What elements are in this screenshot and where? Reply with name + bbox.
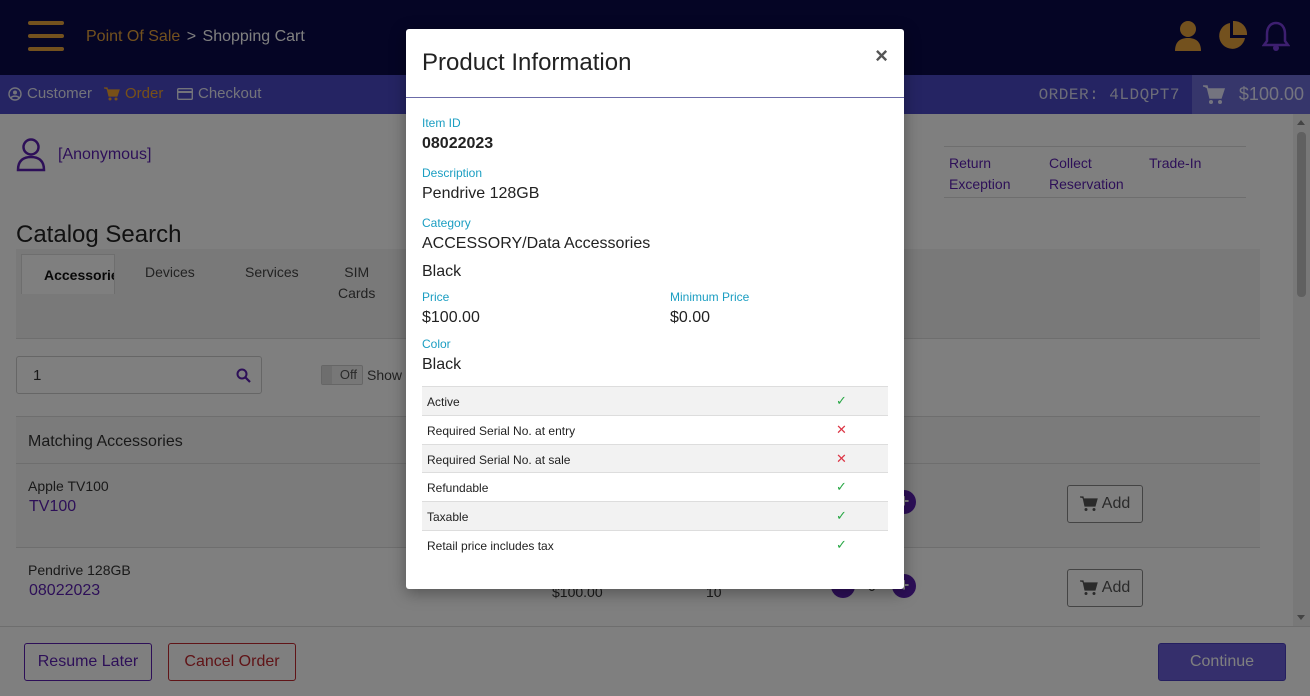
check-icon: ✓ <box>836 393 847 408</box>
check-icon: ✓ <box>836 536 847 552</box>
color-label: Color <box>422 337 451 351</box>
description-value: Pendrive 128GB <box>422 185 540 202</box>
modal-title: Product Information <box>422 49 632 76</box>
property-label: Active <box>427 395 460 409</box>
property-label: Required Serial No. at entry <box>427 423 576 438</box>
property-label: Taxable <box>427 510 469 525</box>
description-label: Description <box>422 166 483 180</box>
close-icon[interactable]: × <box>875 45 888 67</box>
minimum-price-value: $0.00 <box>670 309 711 326</box>
minimum-price-label: Minimum Price <box>670 290 750 304</box>
category-extra-value: Black <box>422 263 462 280</box>
product-information-modal: Product Information × Item ID 08022023 D… <box>406 29 904 589</box>
item-id-value: 08022023 <box>422 135 494 152</box>
price-label: Price <box>422 290 450 304</box>
product-properties-table: Active ✓ Required Serial No. at entry ✕ … <box>422 386 888 559</box>
cross-icon: ✕ <box>836 450 847 466</box>
table-row: Refundable ✓ <box>422 472 888 501</box>
modal-header: Product Information × <box>406 29 904 98</box>
color-value: Black <box>422 356 462 373</box>
table-row: Required Serial No. at entry ✕ <box>422 414 888 444</box>
cross-icon: ✕ <box>836 421 847 437</box>
table-row: Required Serial No. at sale ✕ <box>422 443 888 473</box>
category-label: Category <box>422 216 471 230</box>
table-row: Active ✓ <box>422 386 888 415</box>
check-icon: ✓ <box>836 479 847 495</box>
category-value: ACCESSORY/Data Accessories <box>422 235 651 252</box>
check-icon: ✓ <box>836 508 847 524</box>
property-label: Refundable <box>427 481 489 496</box>
property-label: Retail price includes tax <box>427 538 554 553</box>
price-value: $100.00 <box>422 309 480 326</box>
property-label: Required Serial No. at sale <box>427 452 571 467</box>
item-id-label: Item ID <box>422 116 461 130</box>
table-row: Taxable ✓ <box>422 501 888 530</box>
table-row: Retail price includes tax ✓ <box>422 529 888 559</box>
